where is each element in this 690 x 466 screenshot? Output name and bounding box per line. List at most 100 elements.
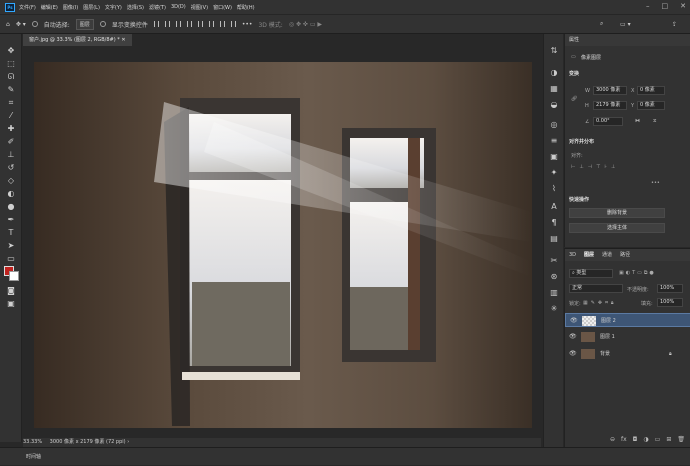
menu-3d[interactable]: 3D(D): [171, 4, 186, 10]
link-icon[interactable]: 🔗︎: [571, 96, 577, 102]
navigator-icon[interactable]: ▥: [549, 288, 559, 298]
eyedropper-tool-icon[interactable]: ⁄: [5, 111, 17, 121]
visibility-eye-icon[interactable]: 👁︎: [569, 330, 577, 344]
eraser-tool-icon[interactable]: ◇: [5, 176, 17, 186]
close-icon[interactable]: ✕: [680, 2, 686, 10]
adjustment-layer-icon[interactable]: ◑: [643, 433, 648, 447]
lasso-tool-icon[interactable]: ᘏ: [5, 72, 17, 82]
zoom-level[interactable]: 33.33%: [23, 439, 42, 445]
align-center-icon[interactable]: [164, 21, 170, 27]
info-arrow-icon[interactable]: ›: [127, 439, 129, 445]
align-middle-icon[interactable]: [197, 21, 203, 27]
quick-mask-icon[interactable]: ◙: [5, 286, 17, 296]
quick-select-tool-icon[interactable]: ✎: [5, 85, 17, 95]
menu-view[interactable]: 视图(V): [191, 4, 208, 11]
styles-icon[interactable]: ▣: [549, 152, 559, 162]
width-field[interactable]: 3000 像素: [593, 86, 627, 95]
select-subject-button[interactable]: 选择主体: [569, 223, 665, 233]
transform-section[interactable]: 变换: [569, 70, 579, 77]
type-tool-icon[interactable]: T: [5, 228, 17, 238]
blend-mode-dropdown[interactable]: 正常: [569, 284, 623, 293]
document-tab[interactable]: 窗户.jpg @ 33.3% (图层 2, RGB/8#) * ✕: [23, 34, 132, 46]
remove-background-button[interactable]: 删除背景: [569, 208, 665, 218]
move-tool-icon[interactable]: ✥ ▾: [16, 21, 26, 28]
marquee-tool-icon[interactable]: ⬚: [5, 59, 17, 69]
search-icon[interactable]: ⌕: [600, 20, 603, 28]
menu-file[interactable]: 文件(F): [19, 4, 36, 11]
height-field[interactable]: 2179 像素: [593, 101, 627, 110]
measurement-icon[interactable]: ✳: [549, 304, 559, 314]
flip-h-icon[interactable]: ⧓: [635, 118, 640, 124]
align-bottom-icon[interactable]: [208, 21, 214, 27]
brush-settings-icon[interactable]: ✦: [549, 168, 559, 178]
distribute-h-icon[interactable]: [230, 21, 236, 27]
history-icon[interactable]: ⇅: [549, 46, 559, 56]
path-select-tool-icon[interactable]: ➤: [5, 241, 17, 251]
group-icon[interactable]: ▭: [655, 433, 661, 447]
distribute-icon[interactable]: [219, 21, 225, 27]
flip-v-icon[interactable]: ⧖: [653, 118, 657, 124]
color-icon[interactable]: ◑: [549, 68, 559, 78]
layer-filter-dropdown[interactable]: ⌕ 类型: [569, 269, 613, 278]
angle-field[interactable]: 0.00°: [593, 117, 623, 126]
home-icon[interactable]: ⌂: [6, 21, 10, 28]
layer-row-layer1[interactable]: 👁︎ 图层 1: [565, 330, 690, 344]
menu-help[interactable]: 帮助(H): [237, 4, 255, 11]
move-tool-icon[interactable]: ✥: [5, 46, 17, 56]
layer-row-background[interactable]: 👁︎ 背景 🔒︎: [565, 347, 690, 361]
quick-actions-section[interactable]: 快速操作: [569, 196, 589, 203]
3d-orbit-icon[interactable]: ◎ ✥ ✜ ▭ ▶: [289, 21, 322, 28]
fx-icon[interactable]: fx: [621, 433, 627, 447]
menu-edit[interactable]: 编辑(E): [41, 4, 58, 11]
swatches-icon[interactable]: ▦: [549, 84, 559, 94]
filter-icons[interactable]: ▣◐T▭⧉●: [619, 270, 656, 276]
adjustments-icon[interactable]: ◒: [549, 100, 559, 110]
timeline-label[interactable]: 时间轴: [26, 454, 41, 460]
tab-layers[interactable]: 图层: [584, 249, 594, 261]
stamp-tool-icon[interactable]: ⊥: [5, 150, 17, 160]
auto-select-checkbox[interactable]: [31, 21, 38, 27]
align-buttons-icon[interactable]: ⊢⊥⊣⊤⊦⊥: [571, 164, 619, 170]
history-brush-tool-icon[interactable]: ↺: [5, 163, 17, 173]
channels-icon[interactable]: ≡: [549, 136, 559, 146]
minimize-icon[interactable]: –: [646, 2, 650, 10]
align-left-icon[interactable]: [153, 21, 159, 27]
clone-source-icon[interactable]: ⊛: [549, 272, 559, 282]
y-field[interactable]: 0 像素: [637, 101, 665, 110]
paths-icon[interactable]: ⌇: [549, 184, 559, 194]
show-transform-checkbox[interactable]: [99, 21, 106, 27]
pen-tool-icon[interactable]: ✒: [5, 215, 17, 225]
tab-paths[interactable]: 路径: [620, 249, 630, 261]
menu-image[interactable]: 图像(I): [63, 4, 78, 11]
brush-tool-icon[interactable]: ✐: [5, 137, 17, 147]
layer-row-layer2[interactable]: 👁︎ 图层 2: [565, 313, 690, 327]
dodge-tool-icon[interactable]: ●: [5, 202, 17, 212]
align-right-icon[interactable]: [175, 21, 181, 27]
fill-field[interactable]: 100%: [657, 298, 683, 307]
background-color-swatch[interactable]: [9, 271, 19, 281]
align-top-icon[interactable]: [186, 21, 192, 27]
menu-select[interactable]: 选择(S): [127, 4, 144, 11]
visibility-eye-icon[interactable]: 👁︎: [570, 314, 578, 328]
x-field[interactable]: 0 像素: [637, 86, 665, 95]
new-layer-icon[interactable]: ⊞: [666, 433, 671, 447]
align-section[interactable]: 对齐并分布: [569, 138, 594, 145]
tool-presets-icon[interactable]: ✂: [549, 256, 559, 266]
share-icon[interactable]: ⇪: [672, 21, 677, 28]
healing-brush-tool-icon[interactable]: ✚: [5, 124, 17, 134]
menu-filter[interactable]: 滤镜(T): [149, 4, 166, 11]
libraries-icon[interactable]: ◎: [549, 120, 559, 130]
properties-title[interactable]: 属性: [565, 34, 690, 46]
character-icon[interactable]: A: [549, 202, 559, 212]
gradient-tool-icon[interactable]: ◐: [5, 189, 17, 199]
delete-layer-icon[interactable]: 🗑︎: [677, 433, 685, 447]
crop-tool-icon[interactable]: ⌗: [5, 98, 17, 108]
glyphs-icon[interactable]: ▤: [549, 234, 559, 244]
menu-window[interactable]: 窗口(W): [213, 4, 232, 11]
visibility-eye-icon[interactable]: 👁︎: [569, 347, 577, 361]
opacity-field[interactable]: 100%: [657, 284, 683, 293]
canvas-image[interactable]: [34, 62, 532, 428]
more-options-icon[interactable]: •••: [242, 21, 253, 28]
layer-select-dropdown[interactable]: 图层: [75, 18, 94, 30]
maximize-icon[interactable]: □: [662, 2, 669, 10]
